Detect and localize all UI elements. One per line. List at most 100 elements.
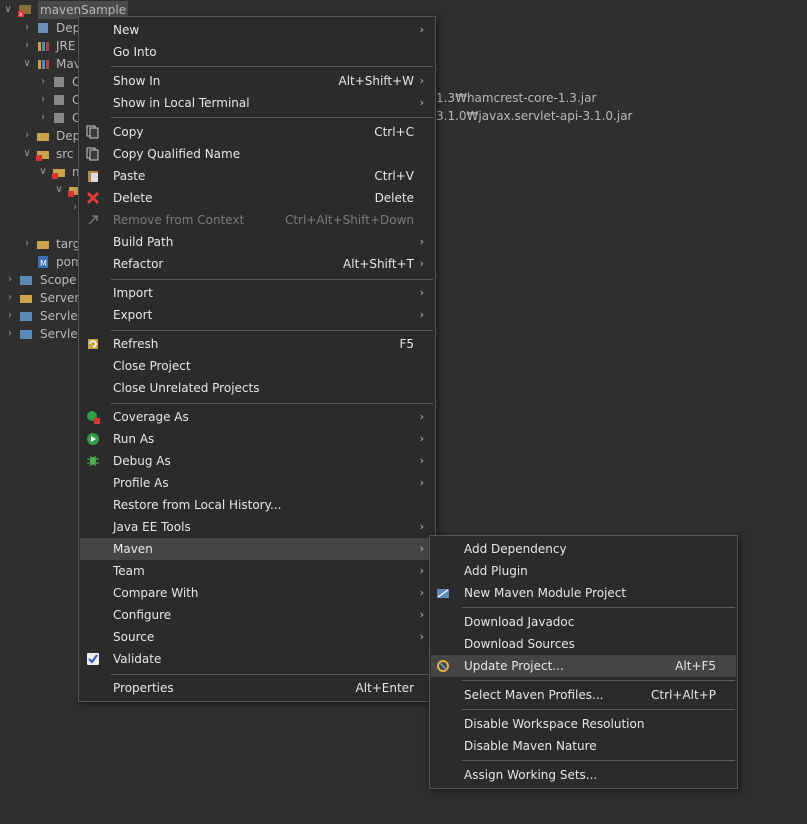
chevron-right-icon[interactable]: › xyxy=(5,325,15,343)
menu-item-team[interactable]: Team › xyxy=(80,560,434,582)
chevron-right-icon: › xyxy=(419,630,424,643)
maven-pom-icon: M xyxy=(38,256,48,268)
menu-item-run-as[interactable]: Run As › xyxy=(80,428,434,450)
chevron-right-icon[interactable]: › xyxy=(38,109,48,127)
menu-item-label: Export xyxy=(113,308,153,322)
debug-icon xyxy=(87,455,99,467)
menu-item-label: Coverage As xyxy=(113,410,189,424)
menu-item-update-project[interactable]: Update Project... Alt+F5 xyxy=(431,655,736,677)
menu-item-export[interactable]: Export › xyxy=(80,304,434,326)
menu-item-label: Disable Workspace Resolution xyxy=(464,717,645,731)
menu-item-source[interactable]: Source › xyxy=(80,626,434,648)
library-books-icon xyxy=(38,60,49,69)
menu-item-label: Show in Local Terminal xyxy=(113,96,250,110)
menu-item-label: Run As xyxy=(113,432,155,446)
chevron-right-icon: › xyxy=(419,520,424,533)
menu-item-go-into[interactable]: Go Into xyxy=(80,41,434,63)
menu-item-label: Copy xyxy=(113,125,144,139)
chevron-right-icon: › xyxy=(419,96,424,109)
folder-error-icon xyxy=(36,151,49,161)
menu-item-delete[interactable]: Delete Delete xyxy=(80,187,434,209)
menu-item-new-maven-module[interactable]: New Maven Module Project xyxy=(431,582,736,604)
chevron-right-icon[interactable]: › xyxy=(38,91,48,109)
menu-item-download-sources[interactable]: Download Sources xyxy=(431,633,736,655)
menu-item-java-ee-tools[interactable]: Java EE Tools › xyxy=(80,516,434,538)
menu-item-profile-as[interactable]: Profile As › xyxy=(80,472,434,494)
menu-separator xyxy=(462,709,735,710)
chevron-right-icon[interactable]: › xyxy=(5,289,15,307)
menu-item-label: Remove from Context xyxy=(113,213,245,227)
menu-item-label: Copy Qualified Name xyxy=(113,147,241,161)
menu-item-close-unrelated-projects[interactable]: Close Unrelated Projects xyxy=(80,377,434,399)
menu-item-validate[interactable]: Validate xyxy=(80,648,434,670)
tree-item-label: Dep xyxy=(56,129,81,143)
expand-twisty-icon[interactable]: ∨ xyxy=(3,1,13,19)
chevron-right-icon: › xyxy=(419,586,424,599)
menu-item-show-in[interactable]: Show In Alt+Shift+W › xyxy=(80,70,434,92)
menu-item-add-plugin[interactable]: Add Plugin xyxy=(431,560,736,582)
remove-context-icon xyxy=(88,215,98,225)
menu-item-add-dependency[interactable]: Add Dependency xyxy=(431,538,736,560)
expand-twisty-icon[interactable]: ∨ xyxy=(54,181,64,199)
menu-item-build-path[interactable]: Build Path › xyxy=(80,231,434,253)
menu-item-copy-qualified-name[interactable]: Copy Qualified Name xyxy=(80,143,434,165)
menu-item-configure[interactable]: Configure › xyxy=(80,604,434,626)
menu-item-show-in-terminal[interactable]: Show in Local Terminal › xyxy=(80,92,434,114)
menu-item-new[interactable]: New › xyxy=(80,19,434,41)
folder-icon xyxy=(20,295,32,303)
menu-item-select-maven-profiles[interactable]: Select Maven Profiles... Ctrl+Alt+P xyxy=(431,684,736,706)
chevron-right-icon[interactable]: › xyxy=(5,271,15,289)
tree-item-label: Servlet xyxy=(40,309,83,323)
menu-item-label: Close Unrelated Projects xyxy=(113,381,260,395)
chevron-right-icon[interactable]: › xyxy=(22,235,32,253)
menu-separator xyxy=(462,607,735,608)
menu-item-disable-workspace-resolution[interactable]: Disable Workspace Resolution xyxy=(431,713,736,735)
menu-separator xyxy=(111,330,433,331)
chevron-right-icon: › xyxy=(419,235,424,248)
menu-item-maven[interactable]: Maven › xyxy=(80,538,434,560)
tree-item-label: Servlet xyxy=(40,327,83,341)
menu-item-label: Source xyxy=(113,630,155,644)
menu-item-debug-as[interactable]: Debug As › xyxy=(80,450,434,472)
menu-item-download-javadoc[interactable]: Download Javadoc xyxy=(431,611,736,633)
library-books-icon xyxy=(38,42,49,51)
jar-icon xyxy=(54,95,64,105)
tree-item-label: targ xyxy=(56,237,81,251)
expand-twisty-icon[interactable]: ∨ xyxy=(38,163,48,181)
chevron-right-icon: › xyxy=(419,476,424,489)
menu-item-assign-working-sets[interactable]: Assign Working Sets... xyxy=(431,764,736,786)
tree-item-label: Scope xyxy=(40,273,77,287)
menu-separator xyxy=(111,279,433,280)
chevron-right-icon[interactable]: › xyxy=(22,127,32,145)
paste-icon xyxy=(88,171,98,182)
chevron-right-icon[interactable]: › xyxy=(22,19,32,37)
chevron-right-icon[interactable]: › xyxy=(38,73,48,91)
menu-item-refactor[interactable]: Refactor Alt+Shift+T › xyxy=(80,253,434,275)
menu-item-label: Refresh xyxy=(113,337,159,351)
menu-item-remove-from-context[interactable]: Remove from Context Ctrl+Alt+Shift+Down xyxy=(80,209,434,231)
chevron-right-icon[interactable]: › xyxy=(5,307,15,325)
menu-item-compare-with[interactable]: Compare With › xyxy=(80,582,434,604)
delete-icon xyxy=(86,191,100,205)
menu-item-properties[interactable]: Properties Alt+Enter xyxy=(80,677,434,699)
menu-item-label: Assign Working Sets... xyxy=(464,768,598,782)
menu-item-label: Refactor xyxy=(113,257,164,271)
menu-item-coverage-as[interactable]: Coverage As › xyxy=(80,406,434,428)
menu-item-close-project[interactable]: Close Project xyxy=(80,355,434,377)
project-icon xyxy=(20,312,32,321)
menu-item-restore-local-history[interactable]: Restore from Local History... xyxy=(80,494,434,516)
expand-twisty-icon[interactable]: ∨ xyxy=(22,55,32,73)
menu-item-refresh[interactable]: Refresh F5 xyxy=(80,333,434,355)
menu-item-label: Go Into xyxy=(113,45,157,59)
project-error-icon: x xyxy=(18,5,31,17)
chevron-right-icon[interactable]: › xyxy=(22,37,32,55)
menu-item-label: Disable Maven Nature xyxy=(464,739,597,753)
menu-item-import[interactable]: Import › xyxy=(80,282,434,304)
menu-item-shortcut: Alt+Shift+T xyxy=(343,257,414,271)
menu-item-paste[interactable]: Paste Ctrl+V xyxy=(80,165,434,187)
menu-item-copy[interactable]: Copy Ctrl+C xyxy=(80,121,434,143)
expand-twisty-icon[interactable]: ∨ xyxy=(22,145,32,163)
chevron-right-icon: › xyxy=(419,23,424,36)
menu-item-disable-maven-nature[interactable]: Disable Maven Nature xyxy=(431,735,736,757)
jar-icon xyxy=(54,113,64,123)
